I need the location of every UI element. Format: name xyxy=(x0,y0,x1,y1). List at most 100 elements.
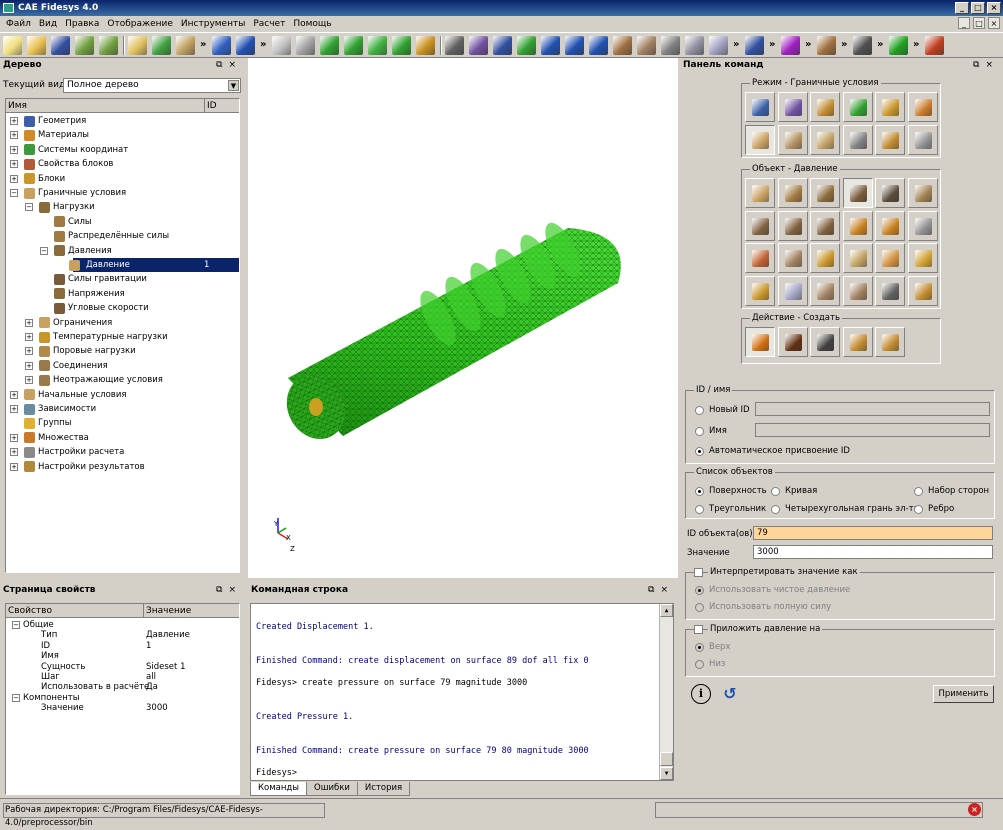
acceleration-button[interactable] xyxy=(810,210,840,241)
rotate-load-button[interactable] xyxy=(777,275,808,306)
toolbar-overflow-icon[interactable]: » xyxy=(805,39,811,50)
collapse-icon[interactable]: − xyxy=(10,189,18,197)
import-icon[interactable] xyxy=(75,36,94,55)
thermal-button[interactable] xyxy=(875,210,905,241)
menu-edit[interactable]: Правка xyxy=(61,19,103,29)
props-col-property[interactable]: Свойство xyxy=(8,604,52,618)
property-value[interactable]: 3000 xyxy=(146,703,168,713)
probe-button[interactable] xyxy=(907,275,938,306)
close-button[interactable]: × xyxy=(987,2,1001,14)
script-icon[interactable] xyxy=(128,36,147,55)
expand-icon[interactable]: + xyxy=(25,376,33,385)
constraint-button[interactable] xyxy=(842,210,873,241)
object-ids-field[interactable]: 79 xyxy=(753,526,993,540)
chevron-down-icon[interactable]: ▼ xyxy=(228,80,239,91)
menu-view[interactable]: Вид xyxy=(35,19,61,29)
new-id-radio[interactable] xyxy=(695,406,704,415)
view-side-icon[interactable] xyxy=(392,36,411,55)
triangle-radio[interactable] xyxy=(695,505,704,514)
console-scrollbar[interactable]: ▲ ▼ xyxy=(659,604,673,780)
menu-display[interactable]: Отображение xyxy=(103,19,177,29)
view-iso-icon[interactable] xyxy=(296,36,315,55)
rotate-icon[interactable] xyxy=(517,36,536,55)
toolbar-overflow-icon[interactable]: » xyxy=(200,39,206,50)
expand-icon[interactable]: + xyxy=(10,174,18,183)
force-button[interactable] xyxy=(777,178,808,208)
toolbar-overflow-icon[interactable]: » xyxy=(877,39,883,50)
collapse-icon[interactable]: − xyxy=(12,621,20,629)
zoom-out-icon[interactable] xyxy=(565,36,584,55)
property-value[interactable]: Sideset 1 xyxy=(146,662,185,672)
modify-button[interactable] xyxy=(777,327,808,357)
run-icon[interactable] xyxy=(889,36,908,55)
globe-icon[interactable] xyxy=(589,36,608,55)
play-script-icon[interactable] xyxy=(152,36,171,55)
curve-radio[interactable] xyxy=(771,487,780,496)
tree-view-select[interactable]: Полное дерево ▼ xyxy=(63,78,241,93)
mesh-view-icon[interactable] xyxy=(368,36,387,55)
tree-col-id[interactable]: ID xyxy=(204,99,239,113)
new-id-field[interactable] xyxy=(755,402,990,416)
shape-icon[interactable] xyxy=(709,36,728,55)
edge-radio[interactable] xyxy=(914,505,923,514)
select-window-icon[interactable] xyxy=(493,36,512,55)
graphics-viewport[interactable]: Y X Z xyxy=(248,58,678,578)
expand-icon[interactable]: + xyxy=(25,318,33,327)
float-icon[interactable]: ⧉ xyxy=(973,60,985,70)
wire-box-icon[interactable] xyxy=(661,36,680,55)
expand-icon[interactable]: + xyxy=(10,117,18,125)
mesh-mode-button[interactable] xyxy=(777,92,808,122)
collapse-icon[interactable]: − xyxy=(12,693,20,702)
create-button[interactable] xyxy=(745,327,775,357)
expand-icon[interactable]: + xyxy=(25,361,33,370)
toolbar-overflow-icon[interactable]: » xyxy=(841,39,847,50)
initial-cond-mode-button[interactable] xyxy=(777,124,808,155)
expand-icon[interactable]: + xyxy=(10,405,18,413)
sideset-radio[interactable] xyxy=(914,487,923,496)
expand-icon[interactable]: + xyxy=(25,347,33,356)
property-value[interactable]: Да xyxy=(146,682,158,692)
menu-help[interactable]: Помощь xyxy=(289,19,335,29)
dependencies-mode-button[interactable] xyxy=(810,124,840,155)
source-button[interactable] xyxy=(875,243,905,273)
transparent-icon[interactable] xyxy=(637,36,656,55)
tree-col-name[interactable]: Имя xyxy=(8,99,27,113)
sets-mode-button[interactable] xyxy=(907,92,938,122)
analysis-mode-button[interactable] xyxy=(907,124,938,155)
materials-mode-button[interactable] xyxy=(810,92,840,122)
toolbar-overflow-icon[interactable]: » xyxy=(260,39,266,50)
coords-mode-button[interactable] xyxy=(842,92,873,122)
bottom-radio[interactable] xyxy=(695,660,704,669)
properties-table[interactable]: Свойство Значение − Общие Тип Давление ID 1 Имя… xyxy=(5,603,240,795)
journal-icon[interactable] xyxy=(176,36,195,55)
radiation-button[interactable] xyxy=(842,243,873,273)
toolbar-overflow-icon[interactable]: » xyxy=(769,39,775,50)
pressure-button[interactable] xyxy=(842,178,873,208)
float-icon[interactable]: ⧉ xyxy=(648,585,660,595)
bc-view-icon[interactable] xyxy=(416,36,435,55)
toolbar-overflow-icon[interactable]: » xyxy=(913,39,919,50)
model-tree[interactable]: Имя ID + Геометрия + Материалы + Системы коорд… xyxy=(5,98,240,573)
collapse-icon[interactable]: − xyxy=(25,203,33,212)
list-button[interactable] xyxy=(810,327,840,357)
cube-color-icon[interactable] xyxy=(469,36,488,55)
close-icon[interactable]: × xyxy=(985,60,999,70)
reset-icon[interactable]: ↺ xyxy=(720,684,740,704)
expand-icon[interactable]: + xyxy=(10,433,18,442)
expand-icon[interactable]: + xyxy=(10,145,18,154)
blocks-mode-button[interactable] xyxy=(875,92,905,122)
heat-flux-button[interactable] xyxy=(907,210,938,241)
bc-mode-button[interactable] xyxy=(745,124,775,155)
view-front-icon[interactable] xyxy=(320,36,339,55)
value-field[interactable]: 3000 xyxy=(753,545,993,559)
interpret-checkbox[interactable] xyxy=(694,568,703,577)
pressure-face-button[interactable] xyxy=(745,178,775,208)
mdi-restore-button[interactable]: □ xyxy=(973,17,985,29)
float-icon[interactable]: ⧉ xyxy=(216,585,228,595)
velocity-button[interactable] xyxy=(745,210,775,241)
menu-tools[interactable]: Инструменты xyxy=(177,19,249,29)
quad-face-radio[interactable] xyxy=(771,505,780,514)
results-mode-button[interactable] xyxy=(875,124,905,155)
top-radio[interactable] xyxy=(695,643,704,652)
minimize-button[interactable]: _ xyxy=(955,2,969,14)
